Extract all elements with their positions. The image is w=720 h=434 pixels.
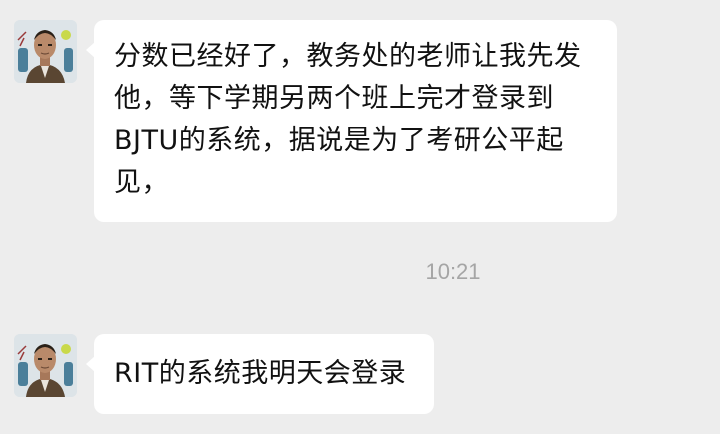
contact-avatar-portrait-icon — [14, 20, 77, 83]
message-text-1: 分数已经好了，教务处的老师让我先发他，等下学期另两个班上完才登录到BJTU的系统… — [114, 41, 582, 198]
contact-avatar-1[interactable] — [14, 20, 77, 83]
contact-avatar-2[interactable] — [14, 334, 77, 397]
contact-avatar-portrait-icon — [14, 334, 77, 397]
message-bubble-2[interactable]: RIT的系统我明天会登录 — [86, 334, 434, 414]
message-text-2: RIT的系统我明天会登录 — [114, 358, 407, 389]
message-bubble-1[interactable]: 分数已经好了，教务处的老师让我先发他，等下学期另两个班上完才登录到BJTU的系统… — [86, 20, 617, 222]
chat-timestamp: 10:21 — [425, 259, 481, 284]
